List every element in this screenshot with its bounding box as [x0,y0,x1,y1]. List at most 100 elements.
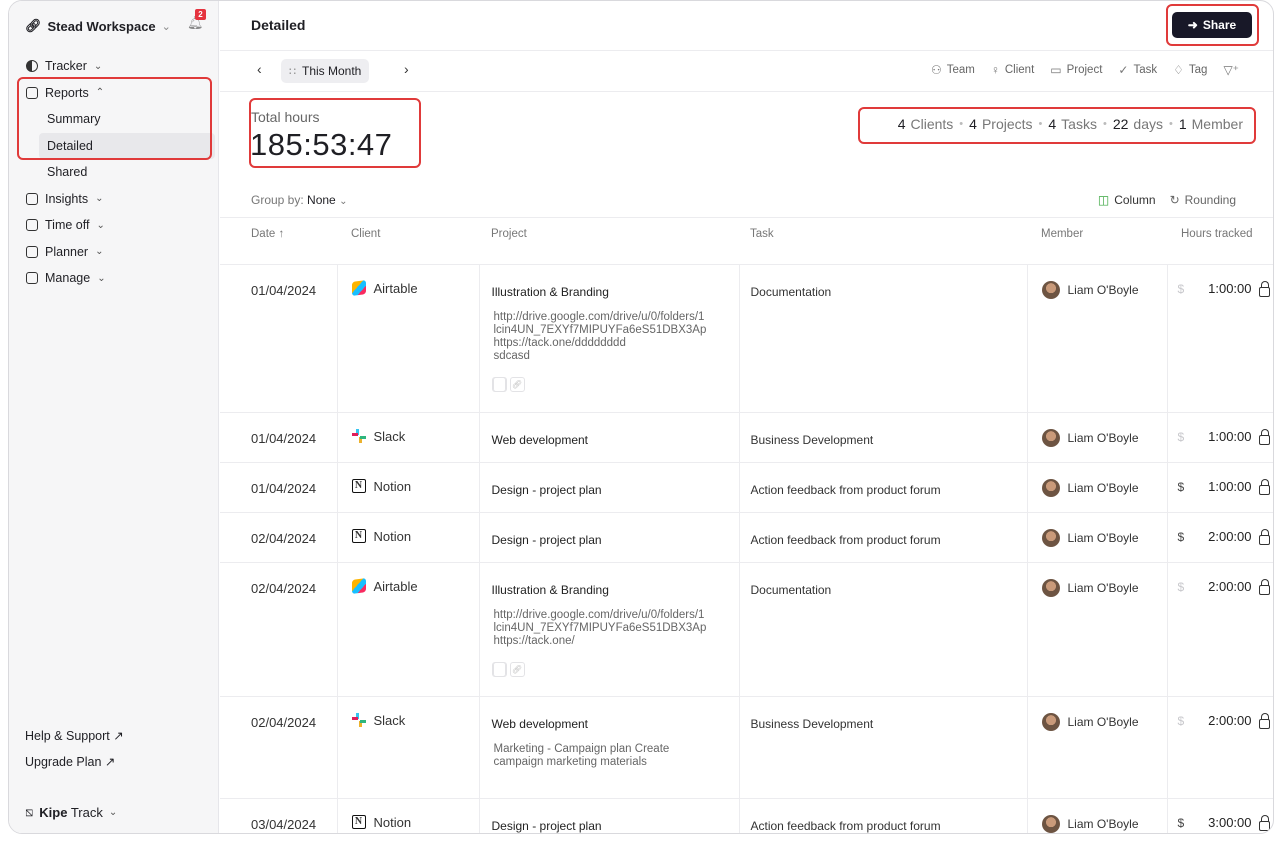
project-cell[interactable]: Design - project plan [478,511,739,562]
hours-cell[interactable]: $2:00:00 [1166,695,1273,798]
table-row[interactable]: 02/04/2024 N Notion Design - project plan Ac… [220,511,1273,562]
filter-project[interactable]: ▭ Project [1050,63,1102,77]
product-switcher[interactable]: ⧅ Kipe Track ⌄ [25,804,117,820]
sidebar-item-tracker[interactable]: Tracker ⌄ [9,53,219,80]
task-cell[interactable]: Action feedback from product forum [738,797,1027,833]
lock-icon[interactable] [1258,528,1270,545]
table-row[interactable]: 01/04/2024 Airtable Illustration & Brandin… [220,263,1273,412]
column-header-client[interactable]: Client [337,228,479,264]
rounding-button[interactable]: ↻ Rounding [1170,193,1236,207]
client-cell[interactable]: N Notion [336,511,479,562]
member-cell[interactable]: Liam O'Boyle [1026,461,1167,512]
task-cell[interactable]: Documentation [738,561,1027,696]
hours-cell[interactable]: $1:00:00 [1166,263,1273,412]
lock-icon[interactable] [1258,428,1270,445]
help-support-link[interactable]: Help & Support ↗ [25,728,124,743]
table-row[interactable]: 01/04/2024 N Notion Design - project plan Ac… [220,461,1273,512]
lock-icon[interactable] [1258,478,1270,495]
table-row[interactable]: 01/04/2024 Slack Web development Business D… [220,411,1273,462]
airtable-logo [351,578,366,594]
client-cell[interactable]: Slack [336,411,479,462]
project-cell[interactable]: Design - project plan [478,461,739,512]
sidebar-item-label: Detailed [47,138,93,153]
lock-icon[interactable] [1258,712,1270,729]
google-drive-icon[interactable] [491,376,507,392]
billable-dollar-icon[interactable]: $ [1178,282,1200,296]
sidebar-item-time-off[interactable]: Time off ⌄ [9,212,219,239]
column-button[interactable]: ◫ Column [1098,193,1156,207]
hours-cell[interactable]: $1:00:00 [1166,461,1273,512]
lock-icon[interactable] [1258,280,1270,297]
kipe-logo-icon: ⧅ [25,804,34,819]
billable-dollar-icon[interactable]: $ [1178,580,1200,594]
filter-task[interactable]: ✓ Task [1118,63,1157,77]
share-button[interactable]: ➜ Share [1172,12,1252,38]
table-row[interactable]: 02/04/2024 Airtable Illustration & Brandin… [220,561,1273,696]
lock-icon[interactable] [1258,578,1270,595]
sidebar-item-manage[interactable]: Manage ⌄ [9,265,219,292]
client-cell[interactable]: Slack [336,695,479,798]
hours-cell[interactable]: $3:00:00 [1166,797,1273,833]
member-cell[interactable]: Liam O'Boyle [1026,511,1167,562]
project-cell[interactable]: Illustration & Branding http://drive.goog… [478,561,739,696]
sidebar-item-detailed[interactable]: Detailed [39,132,215,159]
task-cell[interactable]: Documentation [738,263,1027,412]
column-header-member[interactable]: Member [1027,228,1167,264]
sidebar-item-shared[interactable]: Shared [9,159,219,186]
chevron-right-icon[interactable]: › [404,61,409,77]
member-cell[interactable]: Liam O'Boyle [1026,263,1167,412]
table-row[interactable]: 03/04/2024 N Notion Design - project plan Ac… [220,797,1273,833]
upgrade-plan-link[interactable]: Upgrade Plan ↗ [25,754,115,769]
group-by-selector[interactable]: Group by: None ⌄ [251,193,347,207]
billable-dollar-icon[interactable]: $ [1178,480,1200,494]
link-icon[interactable]: 🔗︎ [509,376,525,392]
filter-team[interactable]: ⚇ Team [931,63,975,77]
period-selector[interactable]: ∷ This Month [281,59,370,83]
client-cell[interactable]: Airtable [336,561,479,696]
client-cell[interactable]: N Notion [336,461,479,512]
column-header-project[interactable]: Project [479,228,739,264]
share-arrow-icon: ➜ [1187,18,1198,32]
filter-client[interactable]: ♀ Client [991,63,1034,77]
hours-cell[interactable]: $2:00:00 [1166,511,1273,562]
column-header-date[interactable]: Date ↑ [220,228,337,264]
workspace-switcher[interactable]: 🔗︎ Stead Workspace ⌄ [25,15,171,37]
billable-dollar-icon[interactable]: $ [1178,816,1200,830]
sidebar-item-planner[interactable]: Planner ⌄ [9,239,219,266]
add-filter-button[interactable]: ▽⁺ [1223,63,1239,77]
project-cell[interactable]: Illustration & Branding http://drive.goog… [478,263,739,412]
notifications-button[interactable]: 🔔︎ 2 [187,9,206,31]
sidebar-item-summary[interactable]: Summary [9,106,219,133]
member-cell[interactable]: Liam O'Boyle [1026,411,1167,462]
column-header-hours[interactable]: Hours tracked [1167,228,1273,264]
sidebar-item-reports[interactable]: Reports ⌃ [9,80,219,107]
client-cell[interactable]: Airtable [336,263,479,412]
column-header-task[interactable]: Task [739,228,1027,264]
billable-dollar-icon[interactable]: $ [1178,430,1200,444]
member-cell[interactable]: Liam O'Boyle [1026,797,1167,833]
filter-tag[interactable]: ♢ Tag [1173,63,1207,77]
project-cell[interactable]: Design - project plan [478,797,739,833]
google-drive-icon[interactable] [491,661,507,677]
project-cell[interactable]: Web development Marketing - Campaign plan… [478,695,739,798]
client-cell[interactable]: N Notion [336,797,479,833]
task-cell[interactable]: Business Development [738,411,1027,462]
sidebar-item-insights[interactable]: Insights ⌄ [9,186,219,213]
task-cell[interactable]: Business Development [738,695,1027,798]
lock-icon[interactable] [1258,814,1270,831]
row-hours: 2:00:00 [1208,529,1252,544]
chevron-left-icon[interactable]: ‹ [257,61,262,77]
task-cell[interactable]: Action feedback from product forum [738,461,1027,512]
member-cell[interactable]: Liam O'Boyle [1026,561,1167,696]
link-icon[interactable]: 🔗︎ [509,661,525,677]
hours-cell[interactable]: $1:00:00 [1166,411,1273,462]
row-project: Web development [491,432,589,447]
hours-cell[interactable]: $2:00:00 [1166,561,1273,696]
task-cell[interactable]: Action feedback from product forum [738,511,1027,562]
project-cell[interactable]: Web development [478,411,739,462]
billable-dollar-icon[interactable]: $ [1178,714,1200,728]
chevron-down-icon: ⌄ [108,806,118,818]
table-row[interactable]: 02/04/2024 Slack Web development Marketing … [220,695,1273,798]
billable-dollar-icon[interactable]: $ [1178,530,1200,544]
member-cell[interactable]: Liam O'Boyle [1026,695,1167,798]
